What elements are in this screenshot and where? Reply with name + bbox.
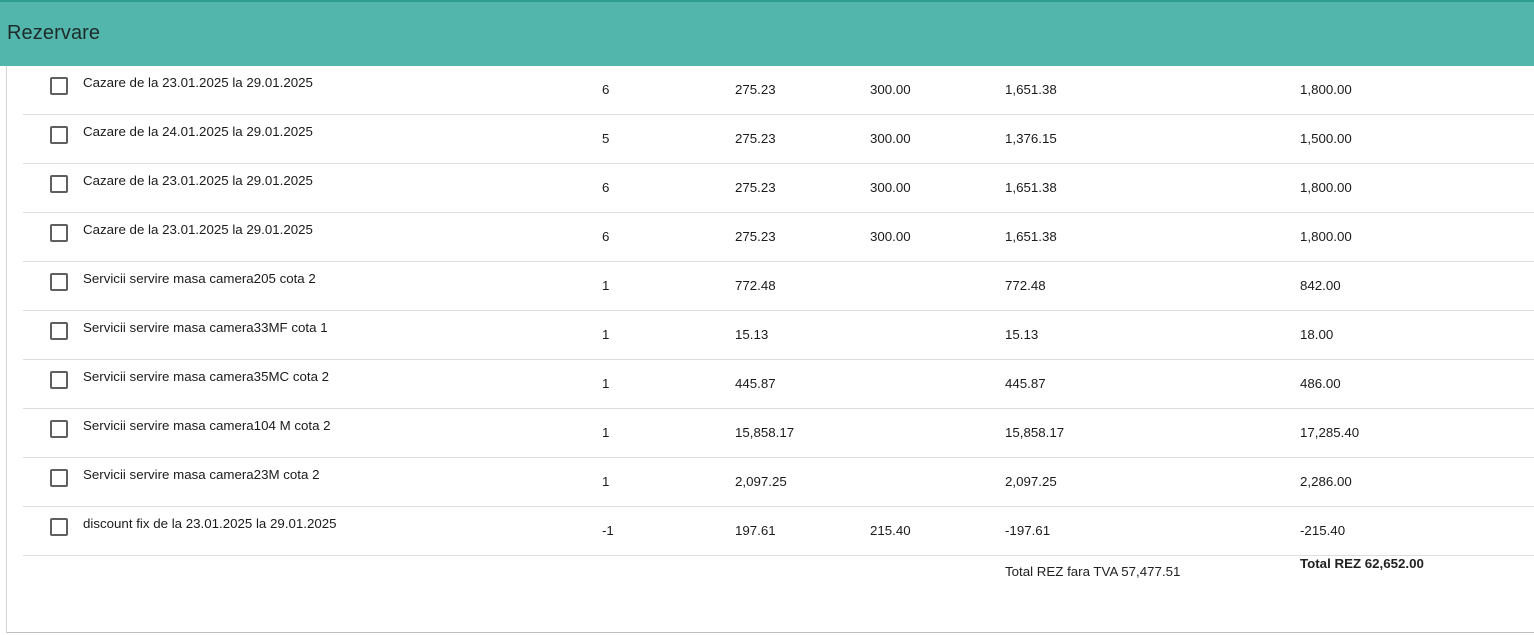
item-quantity: 6 [602, 82, 610, 97]
item-value: 15,858.17 [1005, 425, 1065, 440]
item-unit-price: 15,858.17 [735, 425, 795, 440]
item-unit-price: 275.23 [735, 180, 776, 195]
total-without-vat: Total REZ fara TVA 57,477.51 [1005, 564, 1181, 579]
row-select-checkbox[interactable] [50, 518, 68, 536]
item-unit-price-vat: 300.00 [870, 229, 911, 244]
page-title: Rezervare [7, 22, 101, 44]
item-total: 486.00 [1300, 376, 1341, 391]
item-unit-price: 275.23 [735, 131, 776, 146]
item-total: 842.00 [1300, 278, 1341, 293]
item-value: -197.61 [1005, 523, 1051, 538]
item-description: Servicii servire masa camera35MC cota 2 [83, 369, 330, 384]
item-unit-price-vat: 215.40 [870, 523, 911, 538]
table-row: Servicii servire masa camera33MF cota 1 1… [23, 311, 1534, 360]
row-select-checkbox[interactable] [50, 77, 68, 95]
table-row: Servicii servire masa camera35MC cota 2 1… [23, 360, 1534, 409]
item-description: Servicii servire masa camera23M cota 2 [83, 467, 320, 482]
item-unit-price: 197.61 [735, 523, 776, 538]
row-select-checkbox[interactable] [50, 273, 68, 291]
item-description: Cazare de la 23.01.2025 la 29.01.2025 [83, 173, 313, 188]
item-value: 445.87 [1005, 376, 1046, 391]
item-total: 1,800.00 [1300, 229, 1352, 244]
item-value: 1,651.38 [1005, 82, 1057, 97]
row-select-checkbox[interactable] [50, 126, 68, 144]
row-select-checkbox[interactable] [50, 175, 68, 193]
app-header: Rezervare [0, 2, 1534, 66]
item-unit-price-vat: 300.00 [870, 82, 911, 97]
row-select-checkbox[interactable] [50, 420, 68, 438]
item-description: Servicii servire masa camera104 M cota 2 [83, 418, 331, 433]
item-total: 18.00 [1300, 327, 1334, 342]
item-quantity: 6 [602, 180, 610, 195]
item-quantity: 6 [602, 229, 610, 244]
item-quantity: -1 [602, 523, 614, 538]
item-total: 1,500.00 [1300, 131, 1352, 146]
row-select-checkbox[interactable] [50, 224, 68, 242]
item-description: Cazare de la 23.01.2025 la 29.01.2025 [83, 75, 313, 90]
item-value: 1,651.38 [1005, 180, 1057, 195]
totals-row: Total REZ fara TVA 57,477.51 Total REZ 6… [0, 554, 1534, 594]
item-unit-price: 275.23 [735, 229, 776, 244]
total-with-vat: Total REZ 62,652.00 [1300, 556, 1424, 571]
item-total: 17,285.40 [1300, 425, 1360, 440]
item-unit-price: 445.87 [735, 376, 776, 391]
item-value: 1,376.15 [1005, 131, 1057, 146]
item-description: Cazare de la 23.01.2025 la 29.01.2025 [83, 222, 313, 237]
item-unit-price-vat: 300.00 [870, 180, 911, 195]
row-select-checkbox[interactable] [50, 322, 68, 340]
item-description: Cazare de la 24.01.2025 la 29.01.2025 [83, 124, 313, 139]
item-total: -215.40 [1300, 523, 1346, 538]
item-value: 15.13 [1005, 327, 1039, 342]
item-description: Servicii servire masa camera33MF cota 1 [83, 320, 328, 335]
table-row: Servicii servire masa camera104 M cota 2… [23, 409, 1534, 458]
item-unit-price: 2,097.25 [735, 474, 787, 489]
item-quantity: 1 [602, 376, 610, 391]
item-description: Servicii servire masa camera205 cota 2 [83, 271, 316, 286]
item-unit-price: 275.23 [735, 82, 776, 97]
item-unit-price: 772.48 [735, 278, 776, 293]
item-quantity: 1 [602, 278, 610, 293]
table-row: Cazare de la 23.01.2025 la 29.01.2025 6 27… [23, 164, 1534, 213]
item-value: 772.48 [1005, 278, 1046, 293]
item-unit-price: 15.13 [735, 327, 769, 342]
table-row: Cazare de la 23.01.2025 la 29.01.2025 6 27… [23, 213, 1534, 262]
table-row: Servicii servire masa camera205 cota 2 1 7… [23, 262, 1534, 311]
row-select-checkbox[interactable] [50, 371, 68, 389]
table-row: discount fix de la 23.01.2025 la 29.01.2… [23, 507, 1534, 556]
item-value: 2,097.25 [1005, 474, 1057, 489]
item-value: 1,651.38 [1005, 229, 1057, 244]
item-total: 1,800.00 [1300, 82, 1352, 97]
item-total: 2,286.00 [1300, 474, 1352, 489]
table-row: Cazare de la 23.01.2025 la 29.01.2025 6 27… [23, 66, 1534, 115]
item-unit-price-vat: 300.00 [870, 131, 911, 146]
table-row: Servicii servire masa camera23M cota 2 1 2… [23, 458, 1534, 507]
item-quantity: 5 [602, 131, 610, 146]
item-quantity: 1 [602, 327, 610, 342]
item-quantity: 1 [602, 474, 610, 489]
table-row: Cazare de la 24.01.2025 la 29.01.2025 5 27… [23, 115, 1534, 164]
item-quantity: 1 [602, 425, 610, 440]
item-description: discount fix de la 23.01.2025 la 29.01.2… [83, 516, 337, 531]
item-total: 1,800.00 [1300, 180, 1352, 195]
row-select-checkbox[interactable] [50, 469, 68, 487]
